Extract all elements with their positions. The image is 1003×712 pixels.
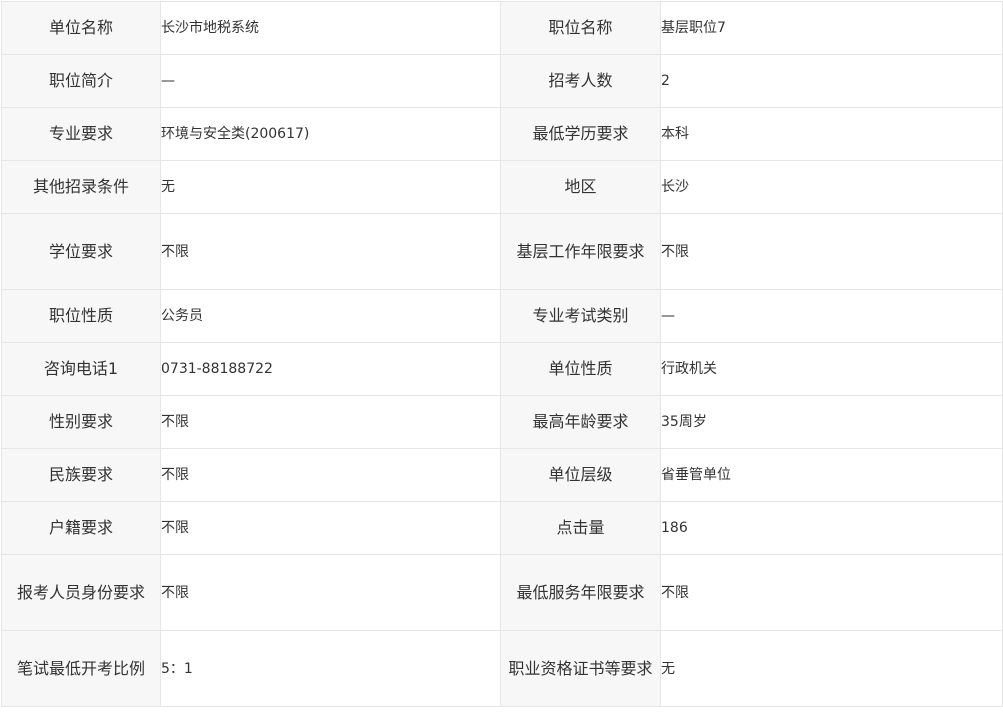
field-label: 民族要求 xyxy=(1,448,161,502)
table-row: 职位简介 — 招考人数 2 xyxy=(1,54,1003,108)
table-row: 咨询电话1 0731-88188722 单位性质 行政机关 xyxy=(1,342,1003,396)
field-value: 环境与安全类(200617) xyxy=(160,107,501,161)
field-label: 基层工作年限要求 xyxy=(500,213,661,290)
field-value: 无 xyxy=(160,160,501,214)
job-detail-body: 单位名称 长沙市地税系统 职位名称 基层职位7 职位简介 — 招考人数 2 专业… xyxy=(1,1,1003,707)
table-row: 户籍要求 不限 点击量 186 xyxy=(1,501,1003,555)
table-row: 职位性质 公务员 专业考试类别 — xyxy=(1,289,1003,343)
field-label: 单位层级 xyxy=(500,448,661,502)
field-value: 不限 xyxy=(160,213,501,290)
field-value: 本科 xyxy=(660,107,1003,161)
field-value: 省垂管单位 xyxy=(660,448,1003,502)
table-row: 性别要求 不限 最高年龄要求 35周岁 xyxy=(1,395,1003,449)
field-label: 其他招录条件 xyxy=(1,160,161,214)
field-value: 不限 xyxy=(660,213,1003,290)
table-row: 专业要求 环境与安全类(200617) 最低学历要求 本科 xyxy=(1,107,1003,161)
job-detail-table: 单位名称 长沙市地税系统 职位名称 基层职位7 职位简介 — 招考人数 2 专业… xyxy=(1,1,1003,707)
field-label: 最低学历要求 xyxy=(500,107,661,161)
field-value: 长沙市地税系统 xyxy=(160,1,501,55)
field-label: 咨询电话1 xyxy=(1,342,161,396)
field-value: 0731-88188722 xyxy=(160,342,501,396)
field-value: 不限 xyxy=(160,395,501,449)
field-label: 单位性质 xyxy=(500,342,661,396)
field-value: — xyxy=(160,54,501,108)
field-label: 专业要求 xyxy=(1,107,161,161)
field-label: 职位简介 xyxy=(1,54,161,108)
field-value: 不限 xyxy=(160,501,501,555)
table-row: 民族要求 不限 单位层级 省垂管单位 xyxy=(1,448,1003,502)
field-value: 基层职位7 xyxy=(660,1,1003,55)
field-label: 职业资格证书等要求 xyxy=(500,630,661,707)
field-label: 点击量 xyxy=(500,501,661,555)
table-row: 报考人员身份要求 不限 最低服务年限要求 不限 xyxy=(1,554,1003,631)
field-label: 户籍要求 xyxy=(1,501,161,555)
field-value: 不限 xyxy=(160,554,501,631)
table-row: 单位名称 长沙市地税系统 职位名称 基层职位7 xyxy=(1,1,1003,55)
field-value: 无 xyxy=(660,630,1003,707)
field-label: 报考人员身份要求 xyxy=(1,554,161,631)
field-label: 最高年龄要求 xyxy=(500,395,661,449)
field-value: — xyxy=(660,289,1003,343)
field-label: 招考人数 xyxy=(500,54,661,108)
table-row: 学位要求 不限 基层工作年限要求 不限 xyxy=(1,213,1003,290)
table-row: 其他招录条件 无 地区 长沙 xyxy=(1,160,1003,214)
table-row: 笔试最低开考比例 5：1 职业资格证书等要求 无 xyxy=(1,630,1003,707)
field-label: 职位名称 xyxy=(500,1,661,55)
field-label: 最低服务年限要求 xyxy=(500,554,661,631)
field-value: 不限 xyxy=(660,554,1003,631)
field-value: 公务员 xyxy=(160,289,501,343)
field-value: 2 xyxy=(660,54,1003,108)
field-value: 长沙 xyxy=(660,160,1003,214)
field-value: 行政机关 xyxy=(660,342,1003,396)
field-label: 单位名称 xyxy=(1,1,161,55)
field-label: 职位性质 xyxy=(1,289,161,343)
field-label: 学位要求 xyxy=(1,213,161,290)
field-label: 地区 xyxy=(500,160,661,214)
field-value: 不限 xyxy=(160,448,501,502)
field-value: 5：1 xyxy=(160,630,501,707)
field-value: 186 xyxy=(660,501,1003,555)
field-label: 笔试最低开考比例 xyxy=(1,630,161,707)
field-value: 35周岁 xyxy=(660,395,1003,449)
field-label: 专业考试类别 xyxy=(500,289,661,343)
field-label: 性别要求 xyxy=(1,395,161,449)
